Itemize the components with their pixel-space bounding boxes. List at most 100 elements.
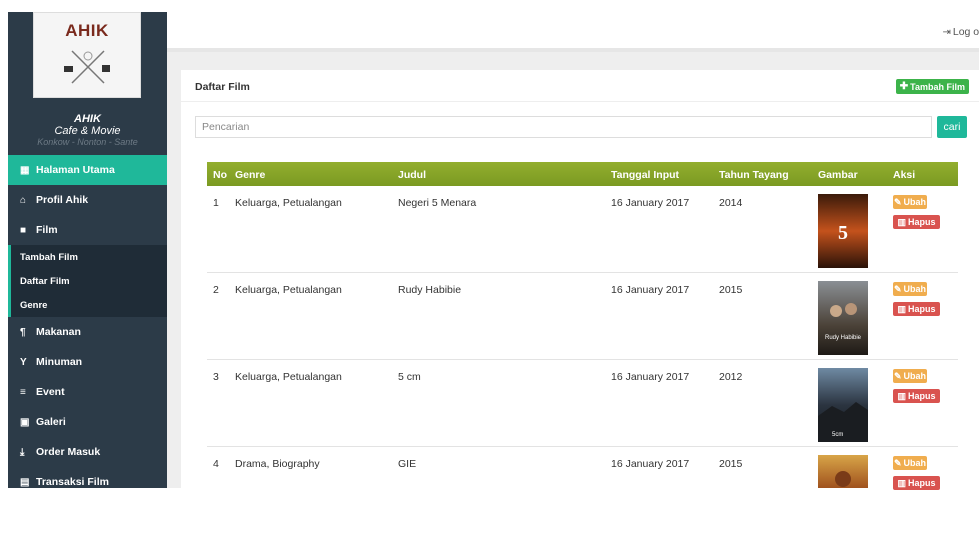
sidebar-item-label: Order Masuk (36, 446, 101, 458)
cell-judul: 5 cm (398, 371, 421, 383)
delete-label: Hapus (908, 478, 936, 488)
cell-judul: GIE (398, 458, 417, 470)
sidebar-item-galeri[interactable]: ▣ Galeri (8, 407, 167, 437)
film-poster: 5 (818, 194, 868, 268)
sidebar-item-label: Profil Ahik (36, 194, 89, 206)
film-submenu: Tambah Film Daftar Film Genre (8, 245, 167, 317)
delete-label: Hapus (908, 391, 936, 401)
col-header-no: No (213, 169, 227, 181)
edit-button[interactable]: ✎ Ubah (893, 369, 927, 383)
panel-header: Daftar Film ✚ Tambah Film (181, 70, 979, 102)
brand-area: AHIK AHIK Cafe & Movie Konkow - Nonton -… (8, 12, 167, 155)
edit-label: Ubah (903, 371, 927, 381)
cell-tahun-tayang: 2015 (719, 458, 743, 470)
col-header-judul: Judul (398, 169, 426, 181)
add-film-label: Tambah Film (910, 81, 965, 92)
trash-icon: ▥ (897, 303, 906, 314)
poster-title: Rudy Habibie (825, 335, 862, 341)
sidebar-item-label: Film (36, 224, 58, 236)
sidebar-subitem-daftar-film[interactable]: Daftar Film (11, 269, 167, 293)
cell-no: 2 (213, 284, 219, 296)
cell-genre: Keluarga, Petualangan (235, 197, 342, 209)
panel-title: Daftar Film (195, 81, 250, 93)
logo[interactable]: AHIK (33, 12, 141, 98)
edit-icon: ✎ (893, 283, 902, 294)
sidebar-subitem-tambah-film[interactable]: Tambah Film (11, 245, 167, 269)
trash-icon: ▥ (897, 390, 906, 401)
sidebar-item-film[interactable]: ■ Film (8, 215, 167, 245)
sidebar: AHIK AHIK Cafe & Movie Konkow - Nonton -… (8, 12, 167, 488)
sidebar-item-label: Event (36, 386, 65, 398)
sidebar-item-order-masuk[interactable]: ⤓ Order Masuk (8, 437, 167, 467)
cell-judul: Rudy Habibie (398, 284, 462, 296)
sidebar-item-transaksi-film[interactable]: ▤ Transaksi Film (8, 467, 167, 488)
sidebar-item-halaman-utama[interactable]: ▦ Halaman Utama (8, 155, 167, 185)
sidebar-item-label: Galeri (36, 416, 66, 428)
video-camera-icon: ■ (20, 224, 27, 236)
sidebar-item-minuman[interactable]: Y Minuman (8, 347, 167, 377)
cell-genre: Keluarga, Petualangan (235, 371, 342, 383)
film-poster: Rudy Habibie (818, 281, 868, 355)
cell-no: 1 (213, 197, 219, 209)
delete-button[interactable]: ▥ Hapus (893, 215, 940, 229)
cell-tanggal-input: 16 January 2017 (611, 197, 690, 209)
logout-icon: ⇥ (942, 27, 951, 38)
grid-icon: ▦ (20, 164, 30, 176)
poster-title: 5 (838, 222, 848, 244)
add-film-button[interactable]: ✚ Tambah Film (895, 79, 969, 94)
search-bar: cari (195, 116, 979, 138)
glass-icon: Y (20, 356, 27, 368)
sidebar-menu: ▦ Halaman Utama ⌂ Profil Ahik ■ Film Tam… (8, 155, 167, 488)
edit-button[interactable]: ✎ Ubah (893, 195, 927, 209)
edit-label: Ubah (903, 284, 927, 294)
brand-name: AHIK (74, 113, 101, 125)
cell-tahun-tayang: 2014 (719, 197, 743, 209)
delete-button[interactable]: ▥ Hapus (893, 389, 940, 403)
table-row: 4 Drama, Biography GIE 16 January 2017 2… (207, 447, 958, 534)
picture-icon: ▣ (20, 416, 30, 428)
list-icon: ≡ (20, 386, 26, 398)
col-header-tanggal-input: Tanggal Input (611, 169, 680, 181)
logout-link[interactable]: ⇥Log ou (942, 26, 979, 38)
col-header-tahun-tayang: Tahun Tayang (719, 169, 789, 181)
edit-icon: ✎ (893, 370, 902, 381)
film-poster (818, 455, 868, 488)
sidebar-item-makanan[interactable]: ¶ Makanan (8, 317, 167, 347)
calendar-icon: ▤ (20, 476, 30, 488)
cell-tahun-tayang: 2012 (719, 371, 743, 383)
trash-icon: ▥ (897, 216, 906, 227)
cell-tahun-tayang: 2015 (719, 284, 743, 296)
edit-button[interactable]: ✎ Ubah (893, 456, 927, 470)
delete-label: Hapus (908, 217, 936, 227)
logo-text: AHIK (65, 21, 109, 40)
edit-label: Ubah (903, 458, 927, 468)
cell-no: 3 (213, 371, 219, 383)
cell-tanggal-input: 16 January 2017 (611, 371, 690, 383)
logout-label: Log ou (952, 26, 979, 38)
table-row: 3 Keluarga, Petualangan 5 cm 16 January … (207, 360, 958, 447)
poster-title: 5cm (832, 432, 843, 438)
table-row: 1 Keluarga, Petualangan Negeri 5 Menara … (207, 186, 958, 273)
sidebar-item-profil-ahik[interactable]: ⌂ Profil Ahik (8, 185, 167, 215)
search-button[interactable]: cari (937, 116, 967, 138)
logo-graphic-icon (64, 50, 110, 84)
delete-button[interactable]: ▥ Hapus (893, 302, 940, 316)
download-icon: ⤓ (20, 446, 25, 458)
brand-tagline: Konkow - Nonton - Sante (37, 137, 138, 147)
brand-subtitle: Cafe & Movie (54, 125, 121, 137)
cell-judul: Negeri 5 Menara (398, 197, 477, 209)
sidebar-item-event[interactable]: ≡ Event (8, 377, 167, 407)
col-header-aksi: Aksi (893, 169, 916, 181)
cutlery-icon: ¶ (20, 326, 26, 338)
col-header-genre: Genre (235, 169, 266, 181)
sidebar-subitem-genre[interactable]: Genre (11, 293, 167, 317)
search-input[interactable] (195, 116, 932, 138)
top-navbar: ⇥Log ou (167, 0, 979, 52)
cell-no: 4 (213, 458, 219, 470)
col-header-gambar: Gambar (818, 169, 858, 181)
film-poster: 5cm (818, 368, 868, 442)
table-header: No Genre Judul Tanggal Input Tahun Tayan… (207, 162, 958, 186)
edit-icon: ✎ (893, 196, 902, 207)
edit-button[interactable]: ✎ Ubah (893, 282, 927, 296)
cell-tanggal-input: 16 January 2017 (611, 284, 690, 296)
